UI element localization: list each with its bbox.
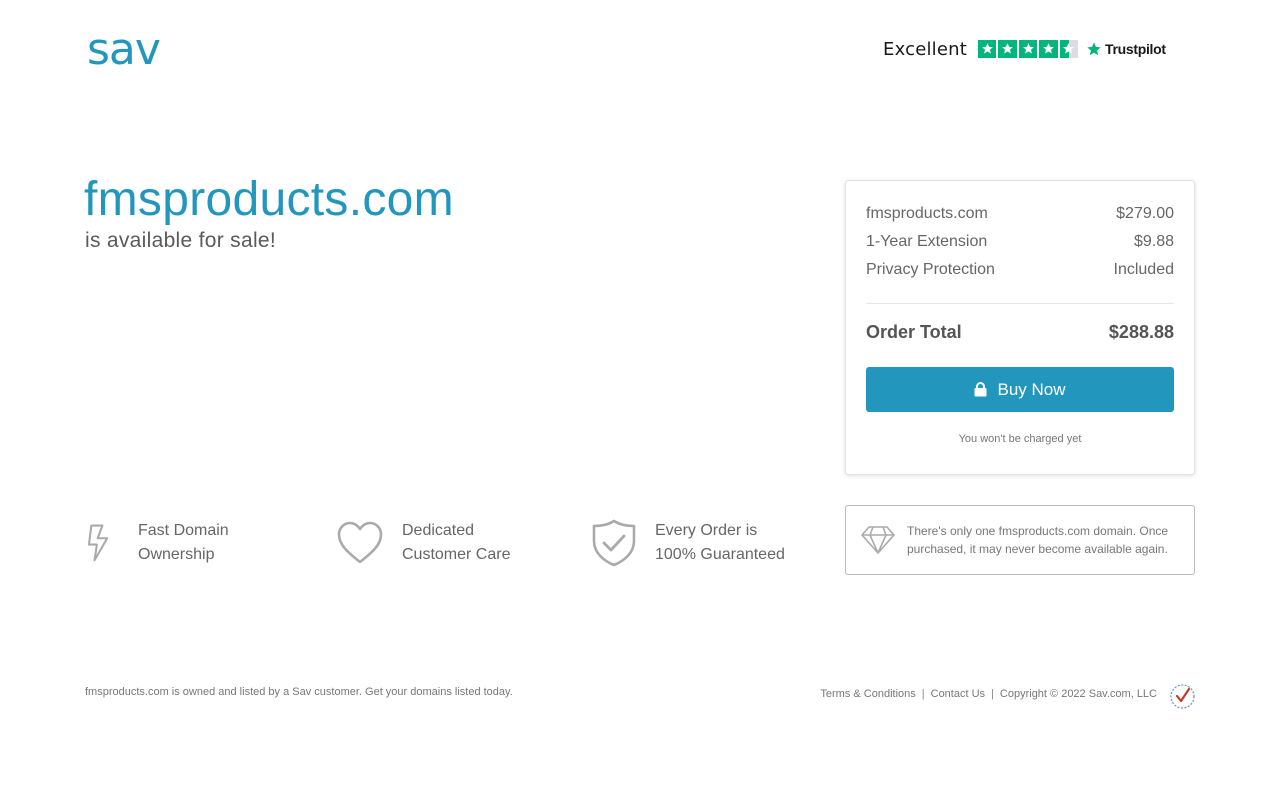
logo-text: sav	[87, 26, 160, 72]
feature-line: Dedicated	[402, 522, 475, 539]
terms-link[interactable]: Terms & Conditions	[820, 688, 915, 700]
feature-line: 100% Guaranteed	[655, 546, 785, 563]
order-line-value: $279.00	[1116, 205, 1174, 222]
footer-separator: |	[921, 688, 925, 700]
order-line-value: Included	[1113, 261, 1175, 278]
lightning-icon	[87, 524, 109, 562]
order-total: Order Total $288.88	[866, 322, 1174, 343]
order-line-domain: fmsproducts.com $279.00	[866, 200, 1174, 228]
heart-icon	[337, 521, 383, 564]
trustpilot-widget[interactable]: Excellent Trustpilot	[883, 38, 1166, 60]
feature-customer-care: Dedicated Customer Care	[336, 519, 510, 567]
copyright-text: Copyright © 2022 Sav.com, LLC	[999, 688, 1157, 700]
security-seal-icon[interactable]	[1169, 683, 1196, 710]
unique-notice-line: There's only one fmsproducts.com domain.…	[907, 524, 1169, 538]
shield-check-icon	[592, 519, 636, 567]
footer-ownership-text[interactable]: fmsproducts.com is owned and listed by a…	[85, 686, 513, 698]
order-line-label: Privacy Protection	[866, 261, 995, 278]
trustpilot-logo: Trustpilot	[1086, 41, 1166, 57]
feature-fast-ownership: Fast Domain Ownership	[85, 519, 229, 567]
availability-subtitle: is available for sale!	[85, 229, 277, 252]
star-icon	[1039, 39, 1058, 59]
buy-now-label: Buy Now	[997, 379, 1066, 399]
footer-separator: |	[991, 688, 994, 700]
charge-note: You won't be charged yet	[958, 433, 1082, 445]
trustpilot-star-icon	[1087, 42, 1101, 56]
feature-guarantee: Every Order is 100% Guaranteed	[590, 519, 785, 567]
trustpilot-stars	[978, 39, 1078, 59]
half-star-icon	[1059, 39, 1078, 59]
feature-line: Fast Domain	[138, 522, 229, 539]
feature-line: Ownership	[138, 546, 215, 563]
divider	[866, 303, 1174, 304]
buy-now-button[interactable]: Buy Now	[866, 367, 1174, 412]
contact-link[interactable]: Contact Us	[931, 688, 985, 700]
star-icon	[978, 39, 997, 59]
lock-icon	[974, 382, 987, 397]
sav-logo[interactable]: sav	[87, 26, 179, 72]
order-line-extension: 1-Year Extension $9.88	[866, 228, 1174, 256]
feature-line: Customer Care	[402, 546, 511, 563]
order-line-privacy: Privacy Protection Included	[866, 256, 1174, 284]
trustpilot-rating-word: Excellent	[883, 38, 968, 60]
domain-title: fmsproducts.com	[84, 173, 454, 226]
diamond-icon	[861, 526, 895, 554]
order-line-label: 1-Year Extension	[866, 233, 988, 250]
unique-domain-notice: There's only one fmsproducts.com domain.…	[845, 505, 1195, 575]
trustpilot-brand: Trustpilot	[1104, 41, 1166, 57]
unique-notice-line: purchased, it may never become available…	[907, 542, 1168, 556]
order-summary-card: fmsproducts.com $279.00 1-Year Extension…	[845, 180, 1195, 475]
feature-line: Every Order is	[655, 522, 758, 539]
order-line-value: $9.88	[1133, 233, 1174, 250]
order-total-value: $288.88	[1108, 322, 1174, 342]
order-total-label: Order Total	[866, 322, 962, 342]
star-icon	[1018, 39, 1038, 59]
order-line-label: fmsproducts.com	[866, 205, 988, 222]
footer-links: Terms & Conditions | Contact Us | Copyri…	[820, 688, 1157, 700]
star-icon	[998, 39, 1017, 59]
